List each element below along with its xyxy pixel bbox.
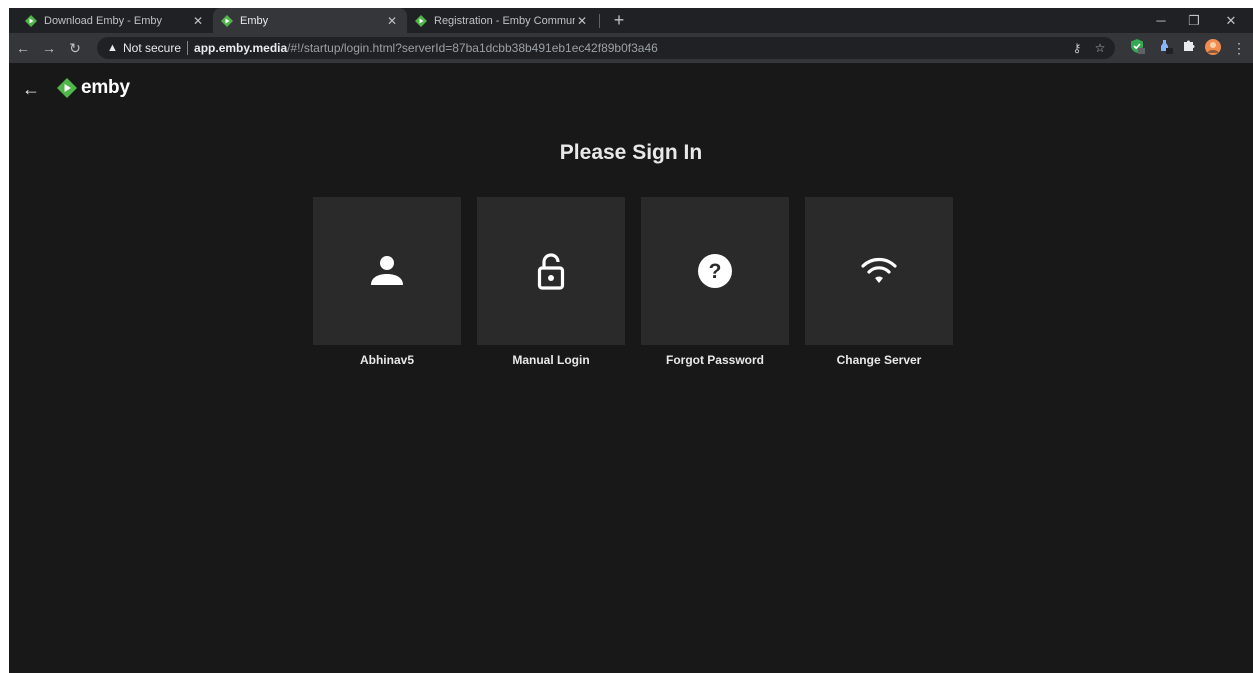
menu-kebab-icon[interactable]: ⋮ [1229,38,1249,58]
key-icon[interactable]: ⚷ [1067,37,1087,59]
emby-favicon-icon [415,14,427,27]
app-back-icon[interactable]: ← [21,79,41,99]
address-bar[interactable]: ▲ Not secure app.emby.media /#!/startup/… [97,37,1115,59]
forgot-password-tile[interactable]: ? [641,197,789,345]
user-tile[interactable] [313,197,461,345]
emby-favicon-icon [25,14,37,27]
manual-login-tile[interactable] [477,197,625,345]
puzzle-icon[interactable] [1179,38,1199,58]
card-label: Forgot Password [665,353,764,367]
tab-emby[interactable]: Emby ✕ [213,8,407,33]
logo-text: emby [81,77,130,98]
tab-separator [599,14,600,28]
security-label[interactable]: Not secure [123,41,181,55]
tab-title: Emby [240,14,269,27]
reload-icon[interactable]: ↻ [65,38,85,58]
wifi-icon [861,258,897,283]
restore-icon[interactable]: ❐ [1179,8,1209,33]
url-host[interactable]: app.emby.media [194,41,287,55]
emby-logo[interactable]: emby [57,77,130,99]
tab-close-icon[interactable]: ✕ [575,14,589,28]
bookmark-star-icon[interactable]: ☆ [1090,37,1110,59]
person-icon [371,256,403,285]
omnibox-divider [187,41,189,55]
emby-app: ← emby Please Sign In Abhinav5 Manual Lo… [9,63,1253,673]
page-title: Please Sign In [559,141,703,164]
forgot-password-card[interactable]: ? Forgot Password [641,197,789,367]
warning-icon[interactable]: ▲ [107,42,119,54]
browser-window: Download Emby - Emby ✕ Emby ✕ Registrati… [9,8,1253,673]
forward-icon[interactable]: → [39,38,59,58]
manual-login-card[interactable]: Manual Login [477,197,625,367]
tab-download-emby[interactable]: Download Emby - Emby ✕ [17,8,213,33]
new-tab-button[interactable]: + [609,10,629,30]
card-label: Manual Login [512,353,590,367]
user-card[interactable]: Abhinav5 [313,197,461,367]
close-window-icon[interactable]: ✕ [1216,8,1246,33]
browser-toolbar: ← → ↻ ▲ Not secure app.emby.media /#!/st… [9,33,1253,63]
back-icon[interactable]: ← [13,38,33,58]
card-label: Abhinav5 [359,353,414,367]
shield-check-icon[interactable] [1127,38,1147,58]
avatar-icon[interactable] [1203,38,1223,58]
minimize-icon[interactable]: ─ [1146,8,1176,33]
url-path[interactable]: /#!/startup/login.html?serverId=87ba1dcb… [287,41,658,55]
tab-close-icon[interactable]: ✕ [385,14,399,28]
change-server-card[interactable]: Change Server [805,197,953,367]
help-icon: ? [698,254,732,288]
svg-text:?: ? [709,260,722,283]
tab-strip: Download Emby - Emby ✕ Emby ✕ Registrati… [9,8,1253,33]
emby-logo-icon [57,78,77,98]
emby-favicon-icon [221,14,233,27]
bottle-icon[interactable] [1155,38,1175,58]
tab-close-icon[interactable]: ✕ [191,14,205,28]
change-server-tile[interactable] [805,197,953,345]
tab-title: Registration - Emby Community [434,14,575,27]
tab-title: Download Emby - Emby [44,14,162,27]
lock-open-icon [537,253,565,290]
card-label: Change Server [836,353,922,367]
tab-registration[interactable]: Registration - Emby Community ✕ [407,8,597,33]
